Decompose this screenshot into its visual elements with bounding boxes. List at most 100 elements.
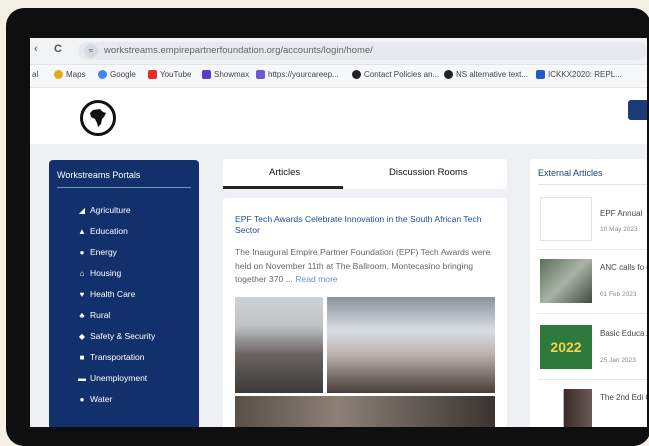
external-article-title[interactable]: EPF Annual bbox=[600, 209, 647, 219]
url-field[interactable]: ≈ workstreams.empirepartnerfoundation.or… bbox=[78, 42, 647, 60]
bookmark-maps[interactable]: Maps bbox=[54, 70, 86, 79]
article-photo-event[interactable] bbox=[327, 297, 495, 393]
bookmark-yourcareep[interactable]: https://yourcareep... bbox=[256, 70, 339, 79]
external-article-date: 01 Feb 2023 bbox=[600, 291, 637, 298]
external-separator bbox=[538, 249, 647, 250]
water-drop-icon: ● bbox=[79, 395, 85, 404]
external-article-thumbnail bbox=[540, 259, 592, 303]
bookmark-label: Showmax bbox=[214, 70, 250, 79]
sidebar-item-education[interactable]: ▲ Education bbox=[77, 226, 128, 236]
bookmark-label: ICKKX2020: REPL... bbox=[548, 70, 622, 79]
africa-logo-icon[interactable] bbox=[80, 100, 116, 136]
tab-discussion-rooms[interactable]: Discussion Rooms bbox=[389, 167, 468, 178]
bookmark-contact-policies[interactable]: Contact Policies an... bbox=[352, 70, 439, 79]
bus-icon: ■ bbox=[79, 353, 85, 362]
external-divider bbox=[538, 184, 647, 185]
bookmark-site-icon bbox=[256, 70, 265, 79]
sidebar-item-label: Water bbox=[90, 394, 113, 404]
back-arrow-icon[interactable]: ‹ bbox=[34, 43, 38, 55]
sidebar-divider bbox=[57, 187, 191, 188]
article-card: EPF Tech Awards Celebrate Innovation in … bbox=[223, 198, 507, 427]
sidebar-item-energy[interactable]: ● Energy bbox=[77, 247, 117, 257]
id-card-icon: ▬ bbox=[78, 374, 86, 383]
bookmark-label: Google bbox=[110, 70, 136, 79]
reload-icon[interactable]: C bbox=[54, 43, 62, 55]
sidebar-item-label: Safety & Security bbox=[90, 331, 156, 341]
sidebar-item-water[interactable]: ● Water bbox=[77, 394, 113, 404]
browser-screen: ‹ C ≈ workstreams.empirepartnerfoundatio… bbox=[30, 38, 647, 427]
github-icon bbox=[444, 70, 453, 79]
sidebar-item-health-care[interactable]: ♥ Health Care bbox=[77, 289, 136, 299]
tree-icon: ♣ bbox=[79, 311, 85, 320]
address-bar: ‹ C ≈ workstreams.empirepartnerfoundatio… bbox=[30, 38, 647, 65]
lightbulb-icon: ● bbox=[79, 248, 85, 257]
sidebar-item-safety-security[interactable]: ◆ Safety & Security bbox=[77, 331, 155, 341]
bookmark-showmax[interactable]: Showmax bbox=[202, 70, 249, 79]
workstreams-sidebar: Workstreams Portals ◢ Agriculture ▲ Educat… bbox=[49, 160, 199, 427]
site-header bbox=[30, 88, 647, 144]
article-excerpt: The Inaugural Empire Partner Foundation … bbox=[235, 246, 497, 287]
bookmark-label: al bbox=[32, 70, 39, 79]
external-article-item[interactable]: EPF Annual 10 May 2023 bbox=[538, 197, 647, 247]
sidebar-item-label: Health Care bbox=[90, 289, 136, 299]
external-article-title[interactable]: Basic Educa Angie Motsh bbox=[600, 329, 647, 339]
external-article-item[interactable]: ANC calls fo of state of d 01 Feb 2023 bbox=[538, 259, 647, 309]
read-more-link[interactable]: Read more bbox=[295, 274, 338, 284]
sidebar-item-agriculture[interactable]: ◢ Agriculture bbox=[77, 205, 131, 215]
external-articles-title: External Articles bbox=[538, 168, 603, 178]
bookmark-label: YouTube bbox=[160, 70, 192, 79]
sidebar-item-unemployment[interactable]: ▬ Unemployment bbox=[77, 373, 147, 383]
external-articles-panel: External Articles EPF Annual 10 May 2023… bbox=[530, 159, 647, 427]
external-article-item[interactable]: The 2nd Edi Collective A bbox=[538, 389, 647, 427]
tractor-icon: ◢ bbox=[78, 206, 86, 215]
sidebar-item-label: Education bbox=[90, 226, 128, 236]
sidebar-item-label: Energy bbox=[90, 247, 117, 257]
bookmark-ickkx[interactable]: ICKKX2020: REPL... bbox=[536, 70, 622, 79]
sidebar-title: Workstreams Portals bbox=[57, 170, 141, 180]
external-article-item[interactable]: 2022 Basic Educa Angie Motsh 25 Jan 2023 bbox=[538, 325, 647, 375]
external-article-thumbnail: 2022 bbox=[540, 325, 592, 369]
broken-image-icon bbox=[540, 197, 592, 241]
url-text[interactable]: workstreams.empirepartnerfoundation.org/… bbox=[104, 45, 373, 56]
external-separator bbox=[538, 379, 647, 380]
bookmark-youtube[interactable]: YouTube bbox=[148, 70, 191, 79]
bookmark-label: https://yourcareep... bbox=[268, 70, 339, 79]
heart-icon: ♥ bbox=[79, 290, 85, 299]
article-photo-crowd[interactable] bbox=[235, 396, 495, 427]
sidebar-item-transportation[interactable]: ■ Transportation bbox=[77, 352, 145, 362]
sidebar-item-label: Rural bbox=[90, 310, 111, 320]
google-icon bbox=[98, 70, 107, 79]
external-article-thumbnail bbox=[540, 389, 592, 427]
graduation-cap-icon: ▲ bbox=[78, 227, 86, 236]
article-photo-group[interactable] bbox=[235, 297, 323, 393]
bookmark-label: Contact Policies an... bbox=[364, 70, 440, 79]
external-article-date: 10 May 2023 bbox=[600, 226, 638, 233]
sidebar-item-label: Housing bbox=[90, 268, 122, 278]
github-icon bbox=[352, 70, 361, 79]
sidebar-item-label: Transportation bbox=[90, 352, 145, 362]
bookmark-label: Maps bbox=[66, 70, 86, 79]
maps-pin-icon bbox=[54, 70, 63, 79]
external-article-title[interactable]: ANC calls fo of state of d bbox=[600, 263, 647, 273]
tab-articles[interactable]: Articles bbox=[269, 167, 300, 178]
home-icon: ⌂ bbox=[79, 269, 85, 278]
article-title[interactable]: EPF Tech Awards Celebrate Innovation in … bbox=[235, 214, 497, 236]
sidebar-item-housing[interactable]: ⌂ Housing bbox=[77, 268, 122, 278]
header-action-button[interactable] bbox=[628, 100, 647, 120]
active-tab-indicator bbox=[223, 186, 343, 189]
bookmark-label: NS alternative text... bbox=[456, 70, 529, 79]
africa-map-icon bbox=[90, 109, 106, 127]
sidebar-item-rural[interactable]: ♣ Rural bbox=[77, 310, 110, 320]
bookmark-al[interactable]: al bbox=[32, 70, 38, 79]
bookmark-google[interactable]: Google bbox=[98, 70, 136, 79]
external-separator bbox=[538, 313, 647, 314]
bookmark-ns-alternative[interactable]: NS alternative text... bbox=[444, 70, 528, 79]
document-icon bbox=[536, 70, 545, 79]
article-body-text: The Inaugural Empire Partner Foundation … bbox=[235, 247, 491, 285]
external-article-title[interactable]: The 2nd Edi Collective A bbox=[600, 393, 647, 403]
showmax-icon bbox=[202, 70, 211, 79]
sidebar-item-label: Unemployment bbox=[90, 373, 148, 383]
youtube-icon bbox=[148, 70, 157, 79]
site-info-icon[interactable]: ≈ bbox=[84, 44, 98, 58]
sidebar-item-label: Agriculture bbox=[90, 205, 131, 215]
